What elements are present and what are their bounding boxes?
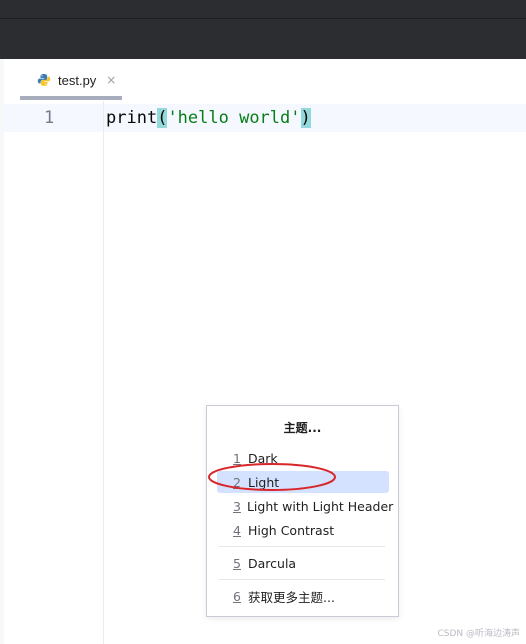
tab-close-icon[interactable]: × bbox=[106, 73, 116, 87]
item-label: Light with Light Header bbox=[246, 498, 394, 514]
item-number: 1 bbox=[233, 450, 241, 466]
theme-item-darcula[interactable]: 5 Darcula bbox=[217, 552, 389, 574]
item-number: 6 bbox=[233, 588, 241, 604]
theme-item-light-with-light-header[interactable]: 3 Light with Light Header bbox=[217, 495, 393, 517]
item-number: 3 bbox=[233, 498, 241, 514]
code-close-paren: ) bbox=[300, 108, 311, 128]
item-label: 获取更多主题... bbox=[248, 589, 335, 605]
item-label: Darcula bbox=[248, 555, 297, 571]
watermark: CSDN @听海边涛声 bbox=[437, 629, 520, 639]
item-number: 2 bbox=[233, 474, 241, 490]
python-file-icon bbox=[37, 74, 51, 86]
code-line[interactable]: print('hello world') bbox=[106, 104, 311, 132]
gutter-divider bbox=[103, 101, 104, 644]
theme-item-light[interactable]: 2 Light bbox=[217, 471, 389, 493]
item-number: 5 bbox=[233, 555, 241, 571]
active-tab-indicator bbox=[20, 96, 122, 100]
tab-test-py[interactable]: test.py × bbox=[24, 59, 126, 101]
main-toolbar bbox=[0, 19, 526, 59]
item-number: 4 bbox=[233, 522, 241, 538]
item-label: High Contrast bbox=[248, 522, 335, 538]
line-number: 1 bbox=[44, 108, 55, 128]
item-label: Dark bbox=[248, 450, 278, 466]
title-bar bbox=[0, 0, 526, 18]
tab-label: test.py bbox=[58, 72, 97, 88]
item-label: Light bbox=[248, 474, 280, 490]
code-string: 'hello world' bbox=[167, 108, 301, 128]
theme-popup: 主题... 1 Dark 2 Light 3 Light with Light … bbox=[206, 405, 399, 617]
theme-item-get-more[interactable]: 6 获取更多主题... bbox=[217, 585, 389, 607]
ide-window: test.py × 1 print('hello world') 主题... 1… bbox=[0, 0, 526, 644]
popup-separator bbox=[219, 546, 385, 547]
code-open-paren: ( bbox=[157, 108, 168, 128]
code-function: print bbox=[106, 108, 158, 128]
theme-item-dark[interactable]: 1 Dark bbox=[217, 447, 389, 469]
popup-title: 主题... bbox=[283, 421, 322, 435]
popup-separator bbox=[219, 579, 385, 580]
theme-item-high-contrast[interactable]: 4 High Contrast bbox=[217, 519, 389, 541]
